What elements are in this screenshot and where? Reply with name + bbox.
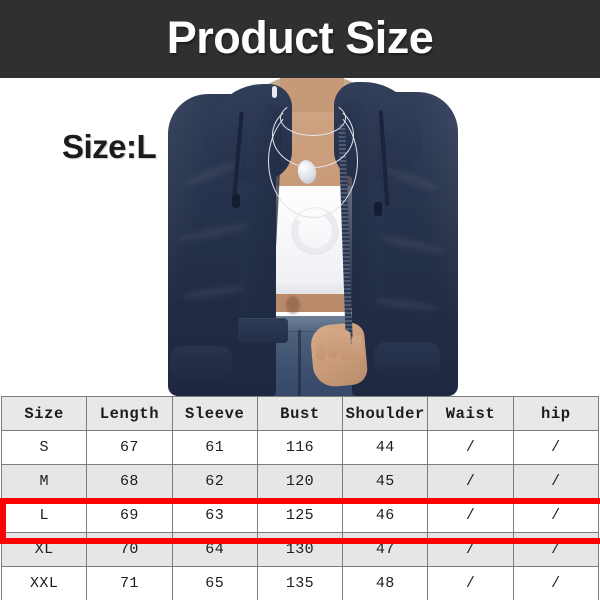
cell-bust: 130 (256, 532, 344, 567)
cell-length: 69 (86, 498, 173, 533)
cell-shoulder: 45 (342, 464, 429, 499)
cell-sleeve: 64 (171, 532, 258, 567)
hood-cordtip-right (374, 202, 382, 216)
cell-bust: 120 (256, 464, 344, 499)
cell-bust: 135 (256, 566, 344, 600)
model-navel (286, 296, 300, 314)
cell-waist: / (427, 464, 514, 499)
cell-waist: / (427, 498, 514, 533)
cell-length: 67 (86, 430, 173, 465)
column-header-hip: hip (512, 396, 600, 431)
column-header-bust: Bust (256, 396, 344, 431)
cell-shoulder: 44 (342, 430, 429, 465)
model-finger (314, 329, 329, 361)
size-table-container: Size Length Sleeve Bust Shoulder Waist h… (0, 396, 600, 600)
table-row: XL 70 64 130 47 / / (0, 532, 600, 567)
table-row: S 67 61 116 44 / / (0, 430, 600, 465)
page-title: Product Size (166, 12, 434, 63)
jeans-fly-seam (298, 330, 301, 396)
product-size-chart-page: Product Size Size:L Size Length Sleeve B… (0, 0, 600, 600)
column-header-shoulder: Shoulder (342, 396, 429, 431)
model-photo (168, 78, 458, 396)
cell-length: 71 (86, 566, 173, 600)
cell-waist: / (427, 566, 514, 600)
jacket-pocket-left (238, 318, 288, 343)
table-header-row: Size Length Sleeve Bust Shoulder Waist h… (0, 396, 600, 431)
cell-waist: / (427, 430, 514, 465)
cell-sleeve: 62 (171, 464, 258, 499)
hood-cordtip-left (232, 194, 240, 208)
cell-sleeve: 65 (171, 566, 258, 600)
cell-size: XXL (0, 566, 88, 600)
column-header-sleeve: Sleeve (171, 396, 258, 431)
header-banner: Product Size (0, 0, 600, 78)
cell-bust: 116 (256, 430, 344, 465)
model-finger (327, 327, 340, 359)
column-header-size: Size (0, 396, 88, 431)
cell-shoulder: 46 (342, 498, 429, 533)
cell-bust: 125 (256, 498, 344, 533)
cell-size: L (0, 498, 88, 533)
size-chart-table: Size Length Sleeve Bust Shoulder Waist h… (0, 396, 600, 600)
jacket-sleeve-right (374, 342, 440, 378)
table-row-highlighted: L 69 63 125 46 / / (0, 498, 600, 533)
cell-length: 68 (86, 464, 173, 499)
necklace-chain-long (268, 104, 358, 218)
cell-hip: / (512, 498, 600, 533)
cell-waist: / (427, 532, 514, 567)
cell-hip: / (512, 430, 600, 465)
cell-shoulder: 47 (342, 532, 429, 567)
cell-size: S (0, 430, 88, 465)
jacket-sleeve-left (170, 346, 232, 380)
earring (272, 86, 277, 98)
column-header-waist: Waist (427, 396, 514, 431)
table-row: M 68 62 120 45 / / (0, 464, 600, 499)
cell-sleeve: 63 (171, 498, 258, 533)
cell-sleeve: 61 (171, 430, 258, 465)
cell-size: XL (0, 532, 88, 567)
cell-size: M (0, 464, 88, 499)
cell-hip: / (512, 532, 600, 567)
table-row: XXL 71 65 135 48 / / (0, 566, 600, 600)
column-header-length: Length (86, 396, 173, 431)
product-photo-area: Size:L (0, 78, 600, 396)
cell-hip: / (512, 464, 600, 499)
cell-hip: / (512, 566, 600, 600)
size-callout-label: Size:L (62, 128, 157, 165)
cell-length: 70 (86, 532, 173, 567)
cell-shoulder: 48 (342, 566, 429, 600)
model-finger (339, 329, 352, 361)
